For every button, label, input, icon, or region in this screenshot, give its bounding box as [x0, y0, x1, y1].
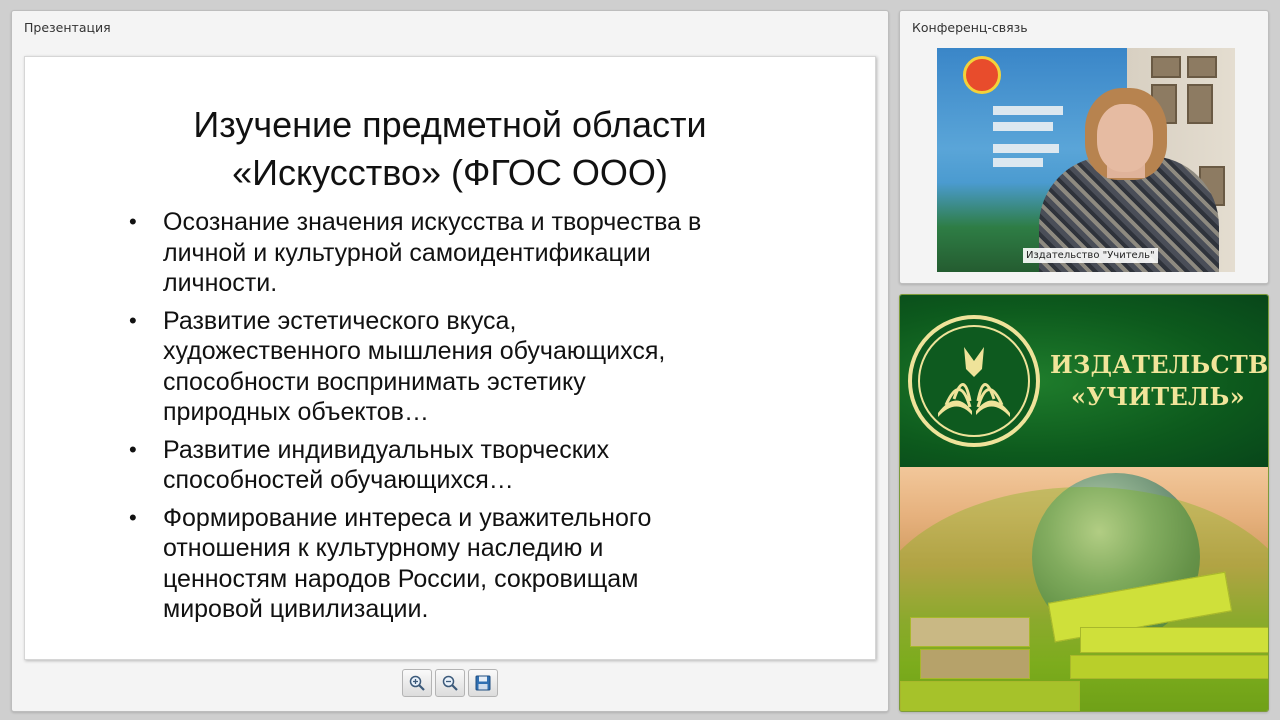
slide-bullet: • Формирование интереса и уважительного …	[129, 503, 831, 625]
bullet-line: Осознание значения искусства и творчеств…	[163, 208, 702, 236]
book-image	[1070, 655, 1268, 679]
publisher-logo-icon	[908, 315, 1040, 447]
publisher-panel: ИЗДАТЕЛЬСТВО «УЧИТЕЛЬ»	[899, 294, 1269, 712]
wall-frame	[1187, 84, 1213, 124]
bullet-line: художественного мышления обучающихся,	[163, 337, 666, 365]
banner-stripe	[993, 122, 1053, 131]
floppy-disk-icon	[475, 675, 491, 691]
save-button[interactable]	[468, 669, 498, 697]
zoom-in-icon	[409, 675, 425, 691]
banner-stripe	[993, 106, 1063, 115]
banner-stripe	[993, 158, 1043, 167]
slide-bullet: • Развитие эстетического вкуса, художест…	[129, 306, 831, 428]
book-image	[910, 617, 1030, 647]
bullet-line: личности.	[163, 269, 278, 297]
bullet-line: природных объектов…	[163, 398, 429, 426]
slide-bullet-list: • Осознание значения искусства и творчес…	[129, 207, 831, 632]
publisher-name-line: «УЧИТЕЛЬ»	[1071, 382, 1245, 411]
slide-title-line: Изучение предметной области	[193, 104, 707, 145]
slide-bullet: • Осознание значения искусства и творчес…	[129, 207, 831, 299]
bullet-line: отношения к культурному наследию и	[163, 534, 604, 562]
banner-stripe	[993, 144, 1059, 153]
bullet-line: Развитие эстетического вкуса,	[163, 306, 517, 335]
presentation-panel-title: Презентация	[24, 20, 111, 35]
publisher-books-image	[900, 467, 1268, 711]
presentation-toolbar	[402, 669, 498, 697]
bullet-line: способности воспринимать эстетику	[163, 367, 586, 396]
video-caption: Издательство "Учитель"	[1023, 248, 1158, 263]
book-image	[900, 681, 1080, 711]
zoom-out-icon	[442, 675, 458, 691]
bullet-dot-icon: •	[129, 504, 137, 530]
publisher-name-line: ИЗДАТЕЛЬСТВО	[1050, 350, 1269, 379]
bullet-dot-icon: •	[129, 307, 137, 333]
publisher-banner: ИЗДАТЕЛЬСТВО «УЧИТЕЛЬ»	[900, 295, 1268, 467]
book-image	[1080, 627, 1268, 653]
slide-title-line: «Искусство» (ФГОС ООО)	[232, 152, 668, 193]
bullet-line: ценностям народов России, сокровищам	[163, 564, 639, 593]
bullet-line: Формирование интереса и уважительного	[163, 503, 652, 532]
bullet-dot-icon: •	[129, 209, 137, 234]
bullet-line: способностей обучающихся…	[163, 466, 514, 494]
conference-panel: Конференц-связь Издательство "Учитель"	[899, 10, 1269, 284]
bullet-line: личной и культурной самоидентификации	[163, 238, 651, 267]
slide: Изучение предметной области «Искусство» …	[24, 56, 876, 660]
book-image	[920, 649, 1030, 679]
wall-frame	[1151, 56, 1181, 78]
publisher-name: ИЗДАТЕЛЬСТВО «УЧИТЕЛЬ»	[1050, 349, 1269, 413]
video-feed[interactable]: Издательство "Учитель"	[937, 48, 1235, 272]
bullet-line: мировой цивилизации.	[163, 595, 429, 623]
banner-logo-icon	[963, 56, 1001, 94]
conference-panel-title: Конференц-связь	[912, 20, 1028, 35]
zoom-out-button[interactable]	[435, 669, 465, 697]
bullet-dot-icon: •	[129, 436, 137, 462]
slide-title: Изучение предметной области «Искусство» …	[25, 101, 875, 197]
wall-frame	[1187, 56, 1217, 78]
speaker-face	[1097, 104, 1153, 172]
zoom-in-button[interactable]	[402, 669, 432, 697]
presentation-panel: Презентация Изучение предметной области …	[11, 10, 889, 712]
slide-bullet: • Развитие индивидуальных творческих спо…	[129, 435, 831, 496]
bullet-line: Развитие индивидуальных творческих	[163, 435, 610, 464]
